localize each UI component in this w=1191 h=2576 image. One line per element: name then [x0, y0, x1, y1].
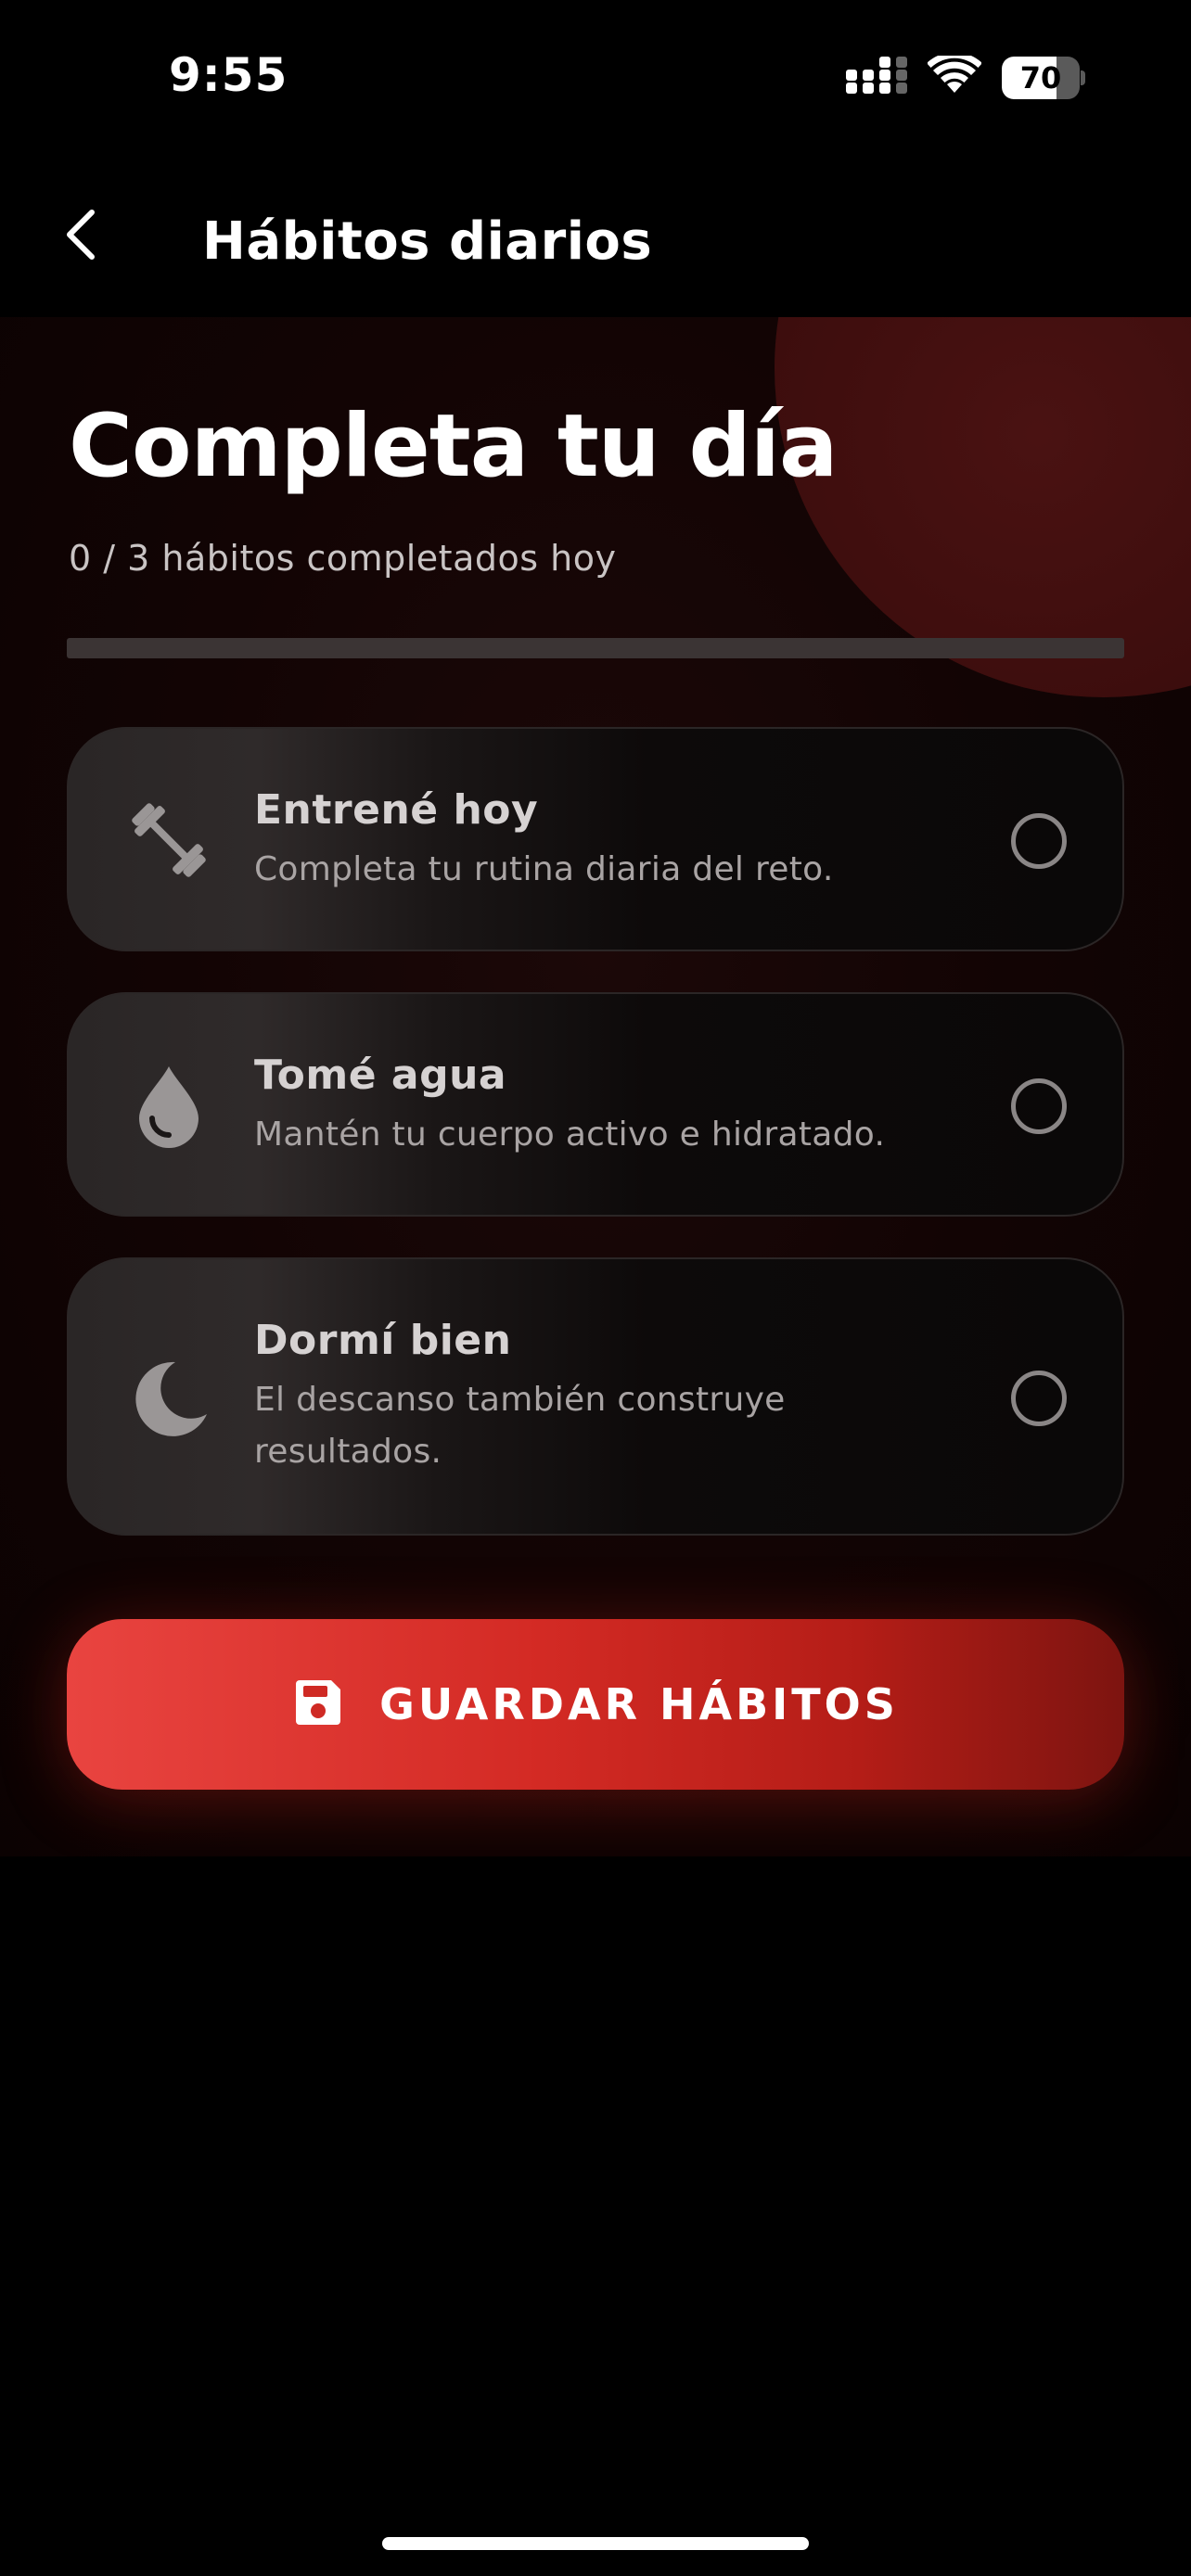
- status-icons: 70: [846, 52, 1085, 99]
- water-drop-icon: [122, 1059, 215, 1152]
- wifi-icon: [927, 52, 982, 99]
- moon-icon: [122, 1352, 215, 1445]
- habit-description: Completa tu rutina diaria del reto.: [254, 850, 834, 888]
- progress-bar: [67, 638, 1124, 658]
- habit-card-water[interactable]: Tomé agua Mantén tu cuerpo activo e hidr…: [67, 992, 1124, 1217]
- nav-header: Hábitos diarios: [0, 158, 1191, 317]
- battery-icon: 70: [1002, 56, 1085, 99]
- habit-checkbox[interactable]: [1011, 813, 1067, 869]
- habit-card-training[interactable]: Entrené hoy Completa tu rutina diaria de…: [67, 727, 1124, 951]
- habit-checkbox[interactable]: [1011, 1078, 1067, 1134]
- home-indicator[interactable]: [382, 2537, 809, 2550]
- back-button[interactable]: [48, 204, 113, 269]
- save-button-label: GUARDAR HÁBITOS: [379, 1679, 899, 1729]
- page-title: Completa tu día: [69, 396, 838, 497]
- save-habits-button[interactable]: GUARDAR HÁBITOS: [67, 1619, 1124, 1790]
- chevron-left-icon: [62, 207, 99, 267]
- habit-description: El descanso también construye resultados…: [254, 1381, 786, 1471]
- status-bar: 9:55 70: [0, 0, 1191, 158]
- habit-title: Tomé agua: [254, 1052, 507, 1099]
- habits-panel: Completa tu día 0 / 3 hábitos completado…: [0, 317, 1191, 1856]
- battery-level: 70: [1019, 59, 1062, 96]
- cellular-signal-icon: [846, 57, 907, 98]
- progress-text: 0 / 3 hábitos completados hoy: [69, 538, 617, 579]
- habit-description: Mantén tu cuerpo activo e hidratado.: [254, 1116, 886, 1154]
- header-title: Hábitos diarios: [202, 211, 653, 272]
- habit-title: Entrené hoy: [254, 786, 539, 834]
- habit-checkbox[interactable]: [1011, 1371, 1067, 1426]
- habit-title: Dormí bien: [254, 1317, 512, 1364]
- dumbbell-icon: [122, 794, 215, 886]
- habit-card-sleep[interactable]: Dormí bien El descanso también construye…: [67, 1257, 1124, 1536]
- status-time: 9:55: [169, 48, 288, 102]
- floppy-disk-icon: [292, 1677, 344, 1733]
